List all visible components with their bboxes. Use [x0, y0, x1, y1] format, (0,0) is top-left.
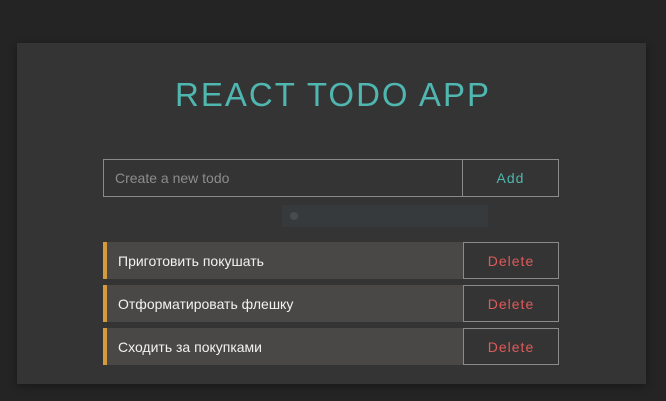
todo-item: Приготовить покушать Delete	[103, 242, 559, 279]
todo-form: Add	[103, 159, 559, 197]
todo-item: Отформатировать флешку Delete	[103, 285, 559, 322]
app-title: REACT TODO APP	[175, 76, 491, 113]
add-button[interactable]: Add	[462, 160, 558, 196]
new-todo-input[interactable]	[104, 160, 462, 196]
todo-text: Сходить за покупками	[118, 338, 263, 355]
delete-button[interactable]: Delete	[463, 285, 559, 322]
todo-list: Приготовить покушать Delete Отформатиров…	[103, 242, 559, 371]
todo-text: Приготовить покушать	[118, 252, 264, 269]
faded-tooltip	[282, 205, 488, 227]
delete-button[interactable]: Delete	[463, 328, 559, 365]
delete-button[interactable]: Delete	[463, 242, 559, 279]
tooltip-dot-icon	[290, 212, 298, 220]
todo-text: Отформатировать флешку	[118, 295, 294, 312]
todo-item: Сходить за покупками Delete	[103, 328, 559, 365]
